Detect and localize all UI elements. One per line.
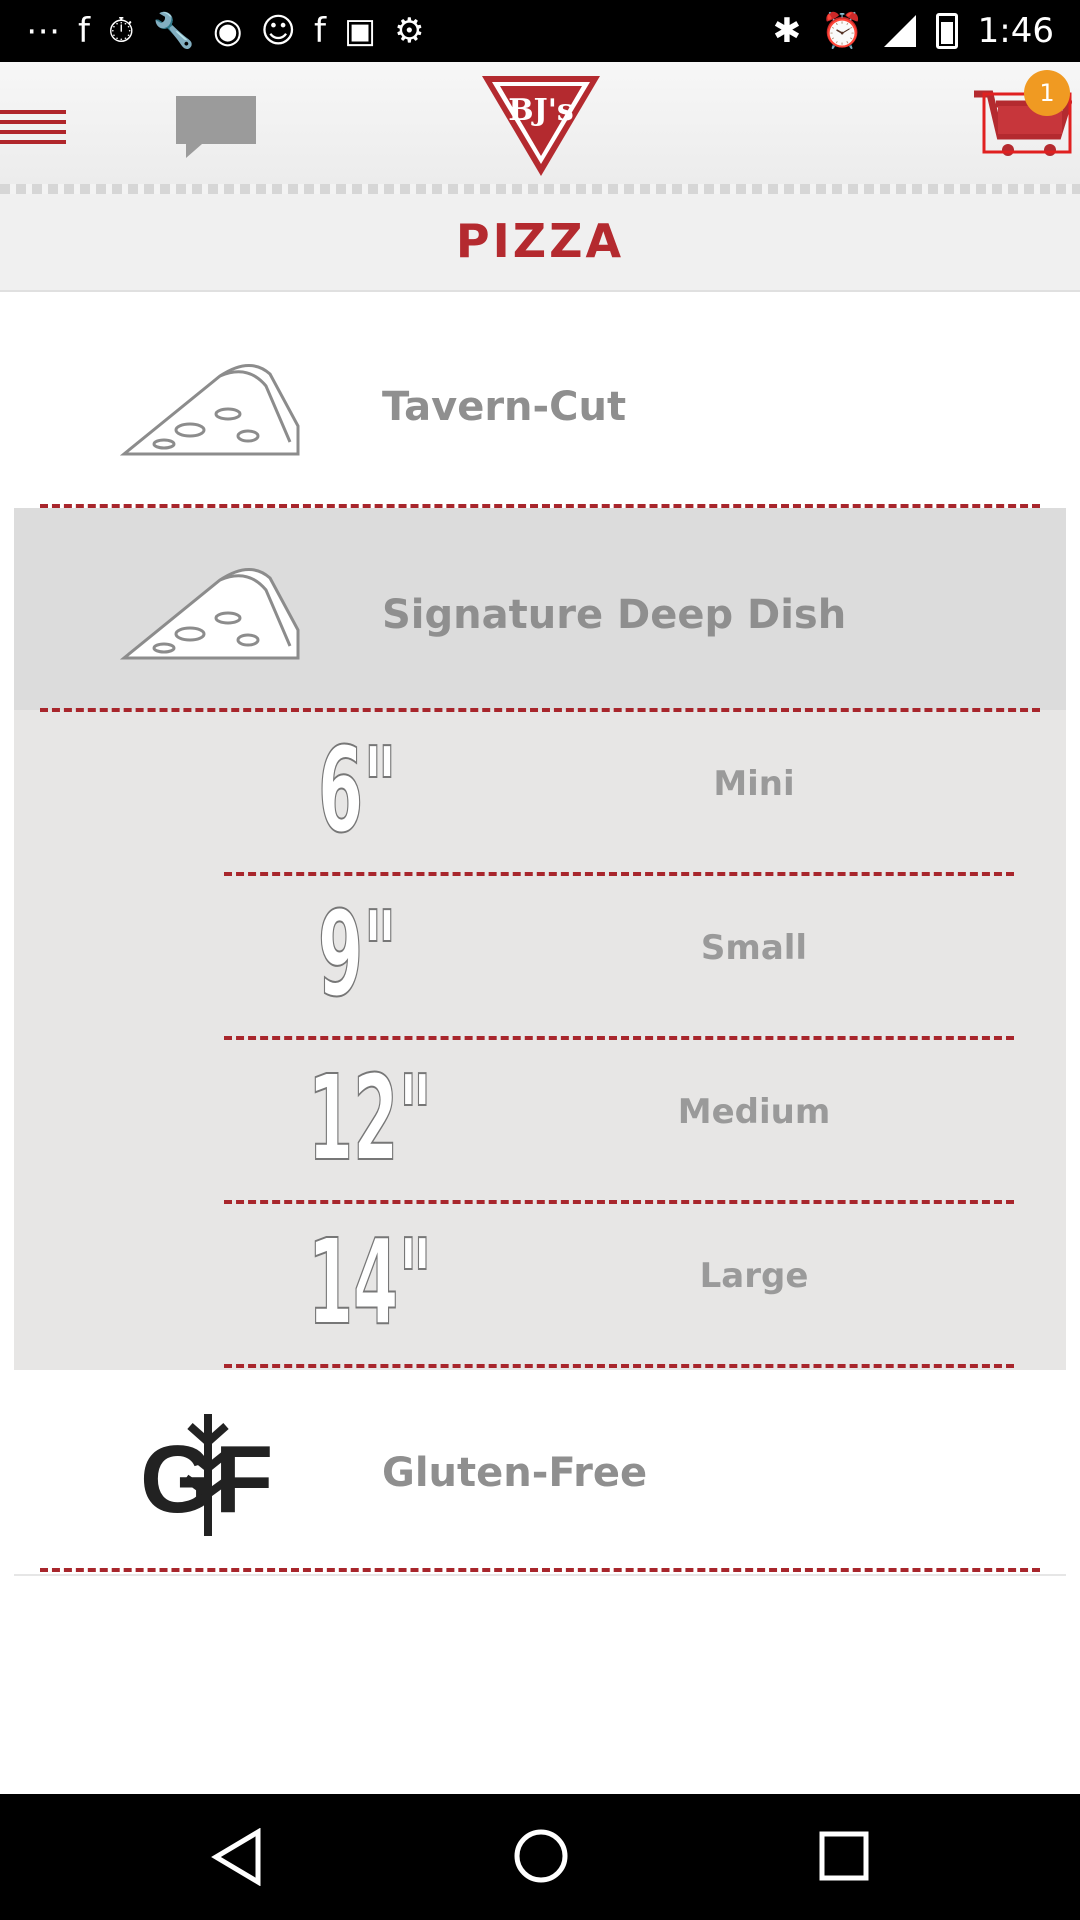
logo-text: BJ's <box>508 93 574 128</box>
status-time: 1:46 <box>977 11 1054 51</box>
chat-icon[interactable] <box>172 92 260 162</box>
title-band: PIZZA <box>0 194 1080 292</box>
home-icon[interactable] <box>513 1828 569 1888</box>
size-number: 14" <box>307 1213 433 1351</box>
size-label: Mini <box>713 764 795 804</box>
system-nav-bar <box>0 1794 1080 1920</box>
category-row-signature-deep-dish[interactable]: Signature Deep Dish <box>14 508 1066 710</box>
more-notifications-icon: ⋯ <box>26 11 60 51</box>
size-row-medium[interactable]: 12" Medium <box>224 1040 1014 1200</box>
header-divider <box>0 184 1080 194</box>
gluten-free-icon: GF <box>140 1412 276 1538</box>
pizza-slice-icon <box>119 356 304 466</box>
battery-icon <box>935 13 958 49</box>
category-label: Signature Deep Dish <box>382 592 847 638</box>
size-number: 9" <box>317 885 397 1023</box>
facebook-icon: f <box>313 11 326 51</box>
pizza-slice-icon <box>119 560 304 670</box>
bjs-logo[interactable]: BJ's <box>478 72 604 180</box>
divider <box>224 1364 1014 1368</box>
category-row-tavern-cut[interactable]: Tavern-Cut <box>0 292 1080 504</box>
alarm-icon: ⏰ <box>821 11 864 51</box>
category-label: Gluten-Free <box>382 1450 648 1496</box>
timer-icon: ⏱ <box>107 11 135 51</box>
notification-icons: ⋯ f ⏱ 🔧 ◉ ☺ f ▣ ⚙ <box>26 10 425 52</box>
back-icon[interactable] <box>210 1827 264 1890</box>
wrench-icon: 🔧 <box>152 11 195 51</box>
category-label: Tavern-Cut <box>382 384 627 430</box>
size-label: Medium <box>677 1092 831 1132</box>
fox-sports-icon: ◉ <box>212 11 243 51</box>
size-number: 6" <box>317 721 397 859</box>
smiley-icon: ☺ <box>260 11 296 51</box>
divider <box>14 1574 1066 1576</box>
category-row-gluten-free[interactable]: GF Gluten-Free <box>0 1372 1080 1568</box>
cart-count-badge: 1 <box>1024 70 1070 116</box>
qt-icon: ▣ <box>343 11 377 51</box>
size-label: Large <box>699 1256 809 1296</box>
facebook-icon: f <box>78 11 90 51</box>
size-number: 12" <box>307 1049 433 1187</box>
recents-icon[interactable] <box>818 1830 870 1886</box>
bluetooth-icon: ✱ <box>772 11 802 51</box>
settings-icon: ⚙ <box>394 11 425 51</box>
status-bar: ⋯ f ⏱ 🔧 ◉ ☺ f ▣ ⚙ ✱ ⏰ 1:46 <box>0 0 1080 62</box>
size-label: Small <box>700 928 808 968</box>
page-title: PIZZA <box>455 214 625 268</box>
divider <box>40 1568 1040 1572</box>
hamburger-menu-icon[interactable] <box>0 110 66 144</box>
size-row-mini[interactable]: 6" Mini <box>224 712 1014 872</box>
size-row-small[interactable]: 9" Small <box>224 876 1014 1036</box>
signal-icon <box>883 15 916 47</box>
size-row-large[interactable]: 14" Large <box>224 1204 1014 1364</box>
